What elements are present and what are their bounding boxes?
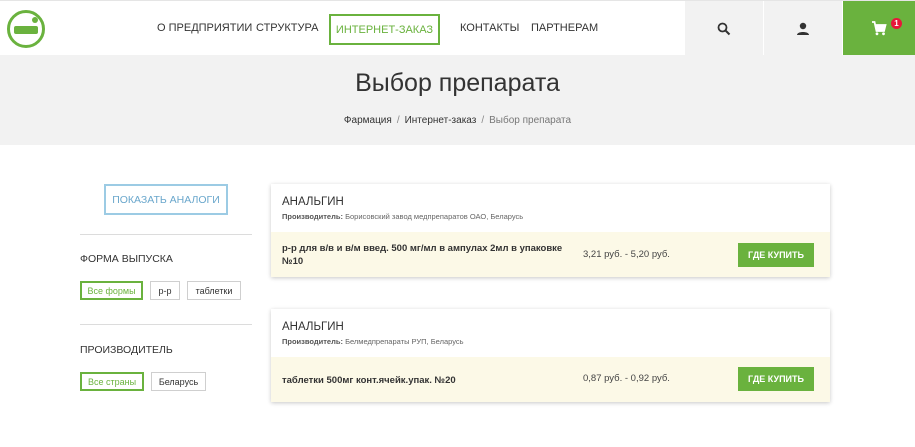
maker-value: Белмедпрепараты РУП, Беларусь [345, 337, 464, 346]
product-card: Анальгин Производитель: Борисовский заво… [271, 184, 830, 277]
maker-label: Производитель: [282, 337, 343, 346]
filter-all-forms[interactable]: Все формы [80, 281, 143, 300]
nav-partners[interactable]: Партнерам [531, 22, 598, 34]
product-offer-row: таблетки 500мг конт.ячейк.упак. №20 0,87… [271, 357, 830, 402]
search-icon [717, 22, 731, 35]
product-description: р-р для в/в и в/м введ. 500 мг/мл в ампу… [282, 242, 562, 268]
form-filter-title: Форма выпуска [80, 253, 173, 265]
cart-button[interactable] [843, 1, 915, 56]
filter-solution[interactable]: р-р [150, 281, 180, 300]
nav-about[interactable]: О предприятии [157, 22, 252, 34]
breadcrumb-separator: / [396, 115, 400, 126]
cart-icon [872, 21, 887, 36]
nav-online-order[interactable]: Интернет-заказ [329, 14, 440, 45]
where-to-buy-button[interactable]: Где купить [738, 367, 814, 391]
nav-contacts[interactable]: Контакты [460, 22, 519, 34]
product-name[interactable]: Анальгин [282, 196, 344, 208]
product-offer-row: р-р для в/в и в/м введ. 500 мг/мл в ампу… [271, 232, 830, 277]
maker-filter-title: Производитель [80, 344, 173, 356]
breadcrumb-separator: / [481, 115, 485, 126]
product-name[interactable]: Анальгин [282, 321, 344, 333]
cart-count-badge: 1 [891, 18, 902, 29]
product-description-line: р-р для в/в и в/м введ. 500 мг/мл в ампу… [282, 243, 563, 254]
maker-value: Борисовский завод медпрепаратов ОАО, Бел… [345, 212, 524, 221]
site-header: О предприятии Структура Интернет-заказ К… [0, 0, 915, 56]
nav-structure[interactable]: Структура [256, 22, 318, 34]
breadcrumb-current: Выбор препарата [489, 115, 572, 126]
maker-label: Производитель: [282, 212, 343, 221]
breadcrumb: Фармация / Интернет-заказ / Выбор препарата [0, 115, 915, 126]
product-card-header: Анальгин Производитель: Борисовский заво… [271, 184, 830, 232]
breadcrumb-online-order[interactable]: Интернет-заказ [405, 115, 477, 126]
filter-all-countries[interactable]: Все страны [80, 372, 144, 391]
user-button[interactable] [764, 1, 842, 56]
product-maker: Производитель: Борисовский завод медпреп… [282, 212, 523, 221]
breadcrumb-pharmacy[interactable]: Фармация [344, 115, 392, 126]
search-button[interactable] [685, 1, 763, 56]
product-price: 3,21 руб. - 5,20 руб. [583, 249, 670, 260]
filter-tablets[interactable]: таблетки [187, 281, 241, 300]
filter-belarus[interactable]: Беларусь [151, 372, 206, 391]
sidebar-divider [80, 324, 252, 325]
product-description: таблетки 500мг конт.ячейк.упак. №20 [282, 375, 456, 386]
where-to-buy-button[interactable]: Где купить [738, 243, 814, 267]
show-analogs-button[interactable]: Показать аналоги [104, 184, 228, 215]
logo-mark [32, 17, 38, 23]
product-card: Анальгин Производитель: Белмедпрепараты … [271, 309, 830, 402]
sidebar-divider [80, 234, 252, 235]
product-price: 0,87 руб. - 0,92 руб. [583, 373, 670, 384]
page-hero: Выбор препарата Фармация / Интернет-заказ /… [0, 55, 915, 145]
product-description-line: №10 [282, 256, 304, 267]
user-icon [797, 22, 809, 35]
product-maker: Производитель: Белмедпрепараты РУП, Бела… [282, 337, 464, 346]
logo-icon[interactable] [7, 10, 45, 48]
product-card-header: Анальгин Производитель: Белмедпрепараты … [271, 309, 830, 357]
page-title: Выбор препарата [355, 69, 560, 97]
